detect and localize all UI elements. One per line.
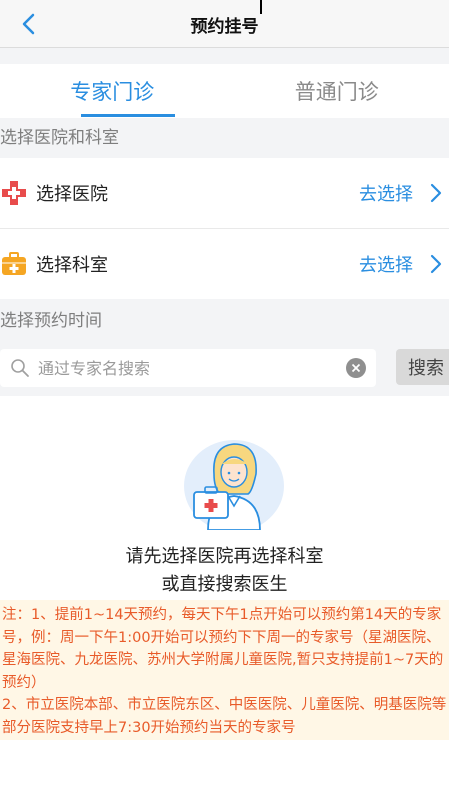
notice-text-1: 注：1、提前1~14天预约，每天下午1点开始可以预约第14天的专家号，例：周一下…: [2, 607, 444, 691]
medical-kit-icon: [0, 250, 28, 278]
chevron-right-icon: [430, 183, 442, 203]
notice-text-2: 2、市立医院本部、市立医院东区、中医医院、儿童医院、明基医院等部分医院支持早上7…: [2, 697, 447, 736]
tab-general-clinic[interactable]: 普通门诊: [225, 64, 449, 118]
choose-hospital-link[interactable]: 去选择: [359, 180, 413, 206]
row-choose-department[interactable]: 选择科室 去选择: [0, 229, 449, 299]
chevron-right-icon: [430, 254, 442, 274]
empty-state-message-2: 或直接搜索医生: [161, 574, 288, 595]
active-tab-indicator: [81, 114, 175, 117]
tab-expert-clinic[interactable]: 专家门诊: [0, 64, 225, 118]
choose-department-link[interactable]: 去选择: [359, 251, 413, 277]
page: 预约挂号 专家门诊 普通门诊 选择医院和科室 选择医院 去选择 选择科室 去选择…: [0, 0, 449, 800]
search-button[interactable]: 搜索: [396, 349, 449, 385]
text-cursor: [260, 0, 262, 14]
clear-search-button[interactable]: [346, 358, 366, 378]
hospital-cross-icon: [0, 179, 28, 207]
close-icon: [351, 363, 361, 373]
notice-box: 注：1、提前1~14天预约，每天下午1点开始可以预约第14天的专家号，例：周一下…: [0, 600, 449, 740]
section-header-hospital-dept: 选择医院和科室: [0, 128, 119, 148]
page-title: 预约挂号: [190, 17, 259, 37]
search-box: [0, 349, 376, 387]
row-label-hospital: 选择医院: [36, 184, 108, 205]
tab-bar: 专家门诊 普通门诊: [0, 64, 449, 118]
section-header-time: 选择预约时间: [0, 311, 102, 331]
row-choose-hospital[interactable]: 选择医院 去选择: [0, 158, 449, 228]
search-input[interactable]: [38, 358, 338, 378]
empty-state-message-1: 请先选择医院再选择科室: [125, 546, 324, 567]
row-label-department: 选择科室: [36, 255, 108, 276]
search-icon: [11, 359, 29, 377]
top-navbar: 预约挂号: [0, 0, 449, 48]
doctor-illustration-icon: [184, 440, 284, 530]
